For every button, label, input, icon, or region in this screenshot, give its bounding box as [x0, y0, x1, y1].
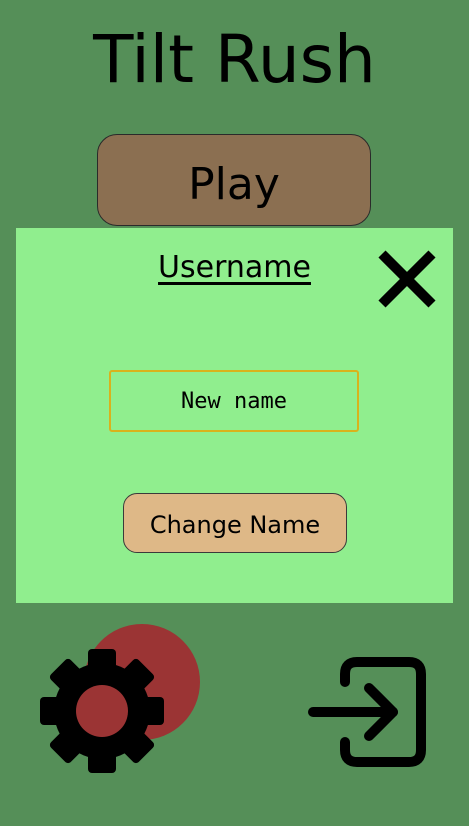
play-button[interactable]: Play	[97, 134, 371, 226]
settings-button[interactable]	[36, 618, 206, 778]
login-button[interactable]	[305, 656, 431, 768]
close-icon	[378, 250, 436, 308]
login-icon	[308, 657, 426, 767]
username-dialog: Username Change Name	[16, 228, 453, 603]
change-name-button[interactable]: Change Name	[123, 493, 347, 553]
username-input[interactable]	[109, 370, 359, 432]
app-title: Tilt Rush	[93, 21, 376, 98]
close-button[interactable]	[374, 246, 440, 312]
gear-icon	[40, 624, 200, 773]
